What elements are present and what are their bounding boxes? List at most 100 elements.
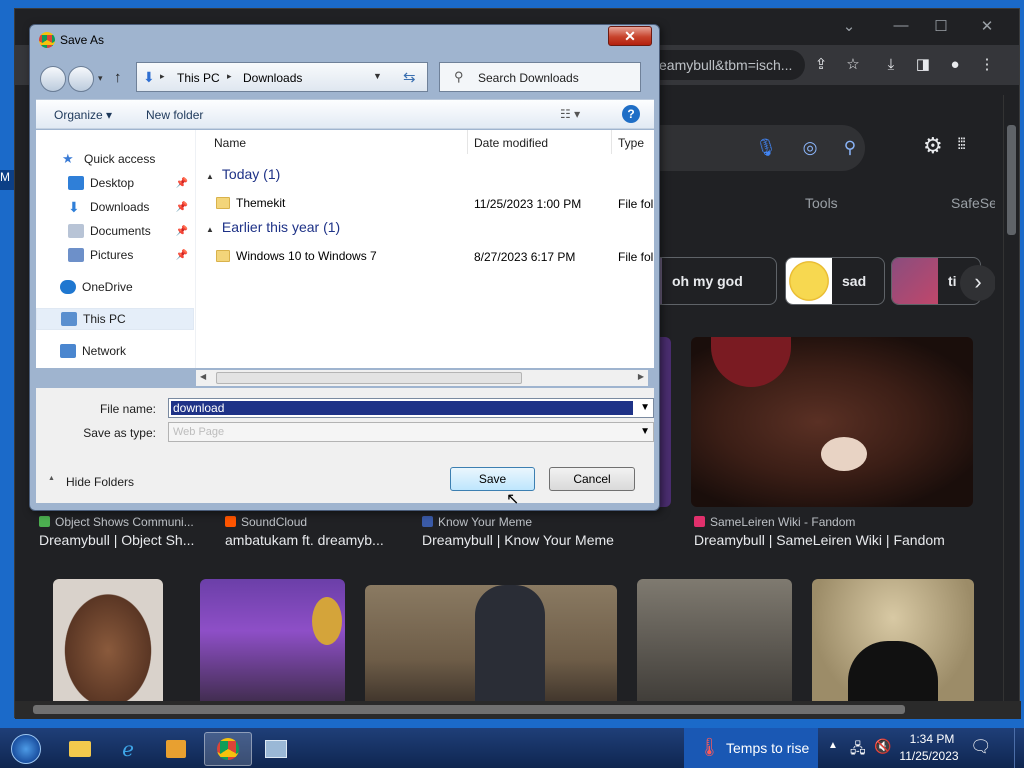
show-hidden-icons-icon[interactable]: ▲: [828, 740, 838, 751]
taskbar-app[interactable]: [256, 732, 296, 766]
help-icon[interactable]: ?: [622, 105, 640, 123]
download-icon[interactable]: ⤓: [881, 55, 901, 75]
notifications-icon[interactable]: 🗨: [970, 737, 992, 757]
file-row[interactable]: Windows 10 to Windows 7 8/27/2023 6:17 P…: [196, 245, 654, 267]
result-title[interactable]: Dreamybull | SameLeiren Wiki | Fandom: [694, 532, 945, 548]
breadcrumb-downloads[interactable]: Downloads: [243, 71, 302, 85]
search-icon[interactable]: ⚲: [839, 137, 861, 159]
scroll-left-icon[interactable]: ◀: [200, 372, 206, 381]
minimize-button[interactable]: —: [891, 17, 911, 34]
result-title[interactable]: ambatukam ft. dreamyb...: [225, 532, 384, 548]
voice-search-icon[interactable]: 🎙: [755, 137, 777, 159]
menu-kebab-icon[interactable]: ⋮: [977, 55, 997, 75]
result-image-room[interactable]: [365, 585, 617, 709]
save-type-select[interactable]: Web Page ▼: [168, 422, 654, 442]
dialog-search-input[interactable]: ⚲ Search Downloads: [439, 62, 641, 92]
back-button[interactable]: [40, 66, 66, 92]
column-header-name[interactable]: Name: [196, 130, 468, 154]
sidebar-item-documents[interactable]: Documents 📌: [36, 220, 194, 242]
group-header-earlier[interactable]: ▲ Earlier this year (1): [206, 219, 340, 235]
file-name-input[interactable]: download ▼: [168, 398, 654, 418]
scroll-right-icon[interactable]: ▶: [638, 372, 644, 381]
chips-next-arrow-icon[interactable]: ›: [960, 265, 995, 301]
file-list-horizontal-scrollbar[interactable]: ◀ ▶: [196, 370, 648, 386]
bookmark-star-icon[interactable]: ☆: [843, 55, 863, 75]
sidebar-item-pictures[interactable]: Pictures 📌: [36, 244, 194, 266]
hide-folders-button[interactable]: Hide Folders: [66, 475, 134, 489]
result-image-tuxedo[interactable]: [812, 579, 974, 709]
close-button[interactable]: ✕: [977, 17, 997, 35]
sidebar-item-desktop[interactable]: Desktop 📌: [36, 172, 194, 194]
collapse-arrow-icon[interactable]: ▲: [48, 475, 55, 482]
save-button[interactable]: Save: [450, 467, 535, 491]
site-favicon-icon: [422, 516, 433, 527]
settings-gear-icon[interactable]: ⚙: [923, 133, 943, 159]
sidebar-item-onedrive[interactable]: OneDrive: [36, 276, 194, 298]
chip-oh-my-god[interactable]: oh my god: [645, 257, 777, 305]
pin-icon: 📌: [175, 225, 188, 237]
refresh-icon[interactable]: ⇆: [403, 68, 416, 86]
scrollbar-thumb[interactable]: [33, 705, 905, 714]
weather-widget[interactable]: 🌡 Temps to rise: [684, 728, 818, 768]
address-breadcrumb[interactable]: ⬇ ▸ This PC ▸ Downloads ▼ ⇆: [136, 62, 428, 92]
network-icon[interactable]: 🖧: [850, 738, 866, 762]
sidebar-item-this-pc[interactable]: This PC: [36, 308, 194, 330]
organize-button[interactable]: Organize ▾: [54, 108, 112, 122]
chip-sad[interactable]: sad: [785, 257, 885, 305]
view-options-icon[interactable]: ☷ ▾: [560, 107, 580, 121]
clock-time[interactable]: 1:34 PM: [904, 732, 960, 746]
sidebar-item-quick-access[interactable]: ★ Quick access: [36, 148, 194, 170]
dialog-close-button[interactable]: ✕: [608, 26, 652, 46]
result-source[interactable]: Know Your Meme: [422, 515, 532, 529]
cancel-button[interactable]: Cancel: [549, 467, 635, 491]
lens-icon[interactable]: ◎: [799, 137, 821, 159]
volume-muted-icon[interactable]: 🔇: [874, 738, 891, 755]
apps-grid-icon[interactable]: ⁞⁞⁞: [957, 136, 966, 154]
result-title[interactable]: Dreamybull | Object Sh...: [39, 532, 194, 548]
column-header-type[interactable]: Type: [612, 130, 654, 154]
result-source[interactable]: SameLeiren Wiki - Fandom: [694, 515, 855, 529]
share-icon[interactable]: ⇪: [811, 55, 831, 75]
search-box[interactable]: 🎙 ◎ ⚲: [643, 125, 865, 171]
dropdown-arrow-icon[interactable]: ▼: [640, 426, 650, 437]
taskbar-file-explorer[interactable]: [60, 732, 100, 766]
result-source[interactable]: Object Shows Communi...: [39, 515, 194, 529]
up-arrow-icon[interactable]: ↑: [114, 69, 122, 86]
result-source[interactable]: SoundCloud: [225, 515, 307, 529]
result-image-man[interactable]: [200, 579, 345, 709]
start-button[interactable]: [4, 732, 48, 766]
maximize-button[interactable]: ☐: [931, 17, 951, 35]
forward-button[interactable]: [68, 66, 94, 92]
breadcrumb-this-pc[interactable]: This PC: [177, 71, 220, 85]
pin-icon: 📌: [175, 201, 188, 213]
scrollbar-thumb[interactable]: [1007, 125, 1016, 235]
recent-locations-icon[interactable]: ▾: [98, 73, 103, 84]
pictures-icon: [68, 248, 84, 262]
result-image-baby[interactable]: [53, 579, 163, 709]
new-folder-button[interactable]: New folder: [146, 108, 203, 122]
side-panel-icon[interactable]: ◨: [913, 55, 933, 75]
group-header-today[interactable]: ▲ Today (1): [206, 166, 280, 182]
sidebar-item-downloads[interactable]: ⬇ Downloads 📌: [36, 196, 194, 218]
file-row[interactable]: Themekit 11/25/2023 1:00 PM File fol: [196, 192, 654, 214]
show-desktop-button[interactable]: [1014, 728, 1024, 768]
taskbar-media-player[interactable]: [156, 732, 196, 766]
image-detail: [649, 647, 652, 658]
result-image-documentary[interactable]: [637, 579, 792, 709]
clock-date[interactable]: 11/25/2023: [896, 749, 962, 763]
scrollbar-thumb[interactable]: [216, 372, 522, 384]
page-horizontal-scrollbar[interactable]: [15, 701, 1021, 719]
dropdown-arrow-icon[interactable]: ▼: [640, 402, 650, 413]
sidebar-item-network[interactable]: Network: [36, 340, 194, 362]
taskbar-internet-explorer[interactable]: ℯ: [108, 732, 148, 766]
address-dropdown-icon[interactable]: ▼: [373, 71, 382, 81]
result-image-face[interactable]: [691, 337, 973, 507]
taskbar-chrome[interactable]: [204, 732, 252, 766]
result-title[interactable]: Dreamybull | Know Your Meme: [422, 532, 614, 548]
column-header-date-modified[interactable]: Date modified: [468, 130, 612, 154]
tab-search-icon[interactable]: ⌄: [839, 17, 859, 35]
tab-tools[interactable]: Tools: [805, 195, 838, 211]
tab-safesearch[interactable]: SafeSe: [951, 195, 995, 211]
profile-icon[interactable]: ●: [945, 55, 965, 75]
page-vertical-scrollbar[interactable]: [1003, 95, 1019, 709]
